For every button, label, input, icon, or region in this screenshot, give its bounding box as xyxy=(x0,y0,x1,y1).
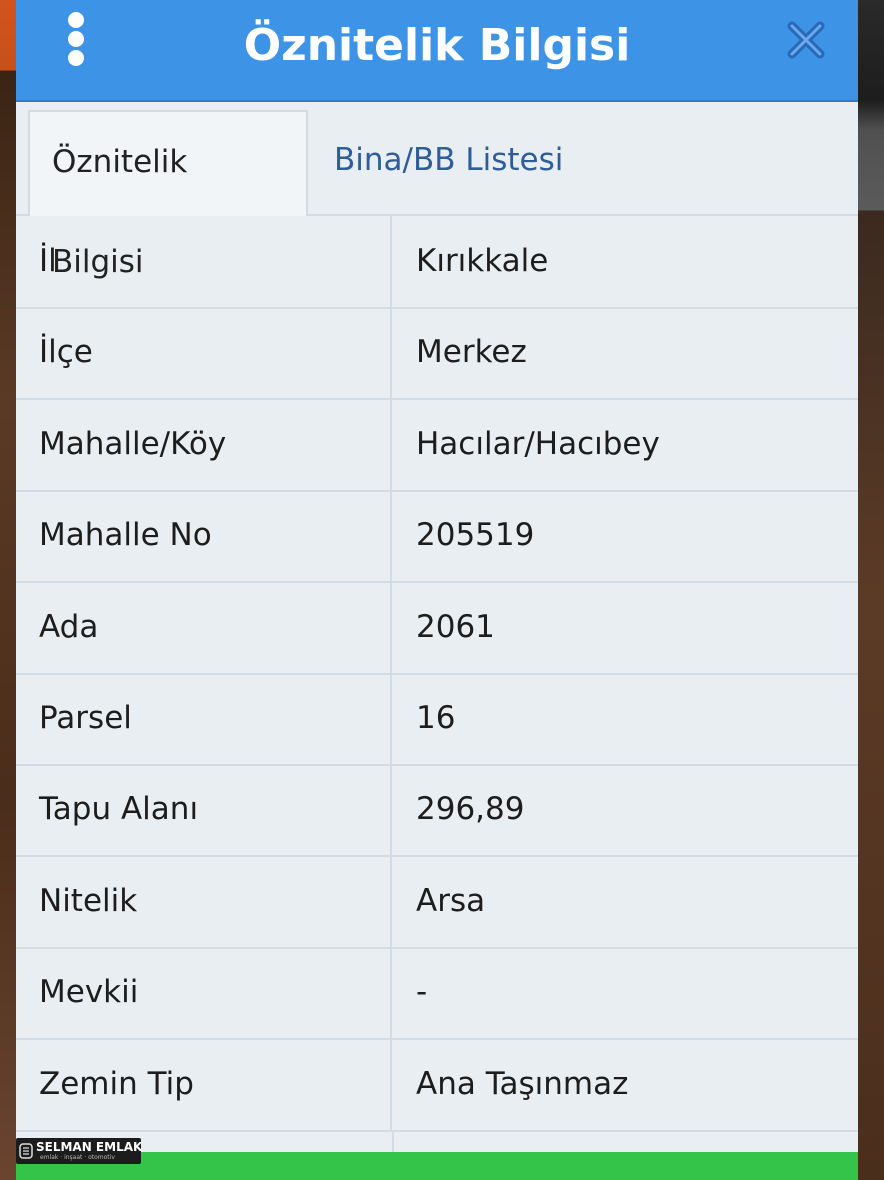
attribute-info-dialog: Öznitelik Bilgisi Öznitelik Bilgisi Bina… xyxy=(16,0,858,1180)
background-right xyxy=(858,0,884,1180)
row-key: Mahalle/Köy xyxy=(16,398,392,490)
table-row: İlçe Merkez xyxy=(16,307,858,401)
footer-bar xyxy=(16,1152,858,1180)
tab-building-list[interactable]: Bina/BB Listesi xyxy=(312,110,585,214)
logo-tagline: emlak · inşaat · otomotiv xyxy=(40,1154,115,1161)
table-row: Parsel 16 xyxy=(16,673,858,766)
table-row: İl Kırıkkale xyxy=(16,216,858,309)
close-icon[interactable] xyxy=(784,18,828,62)
tab-attribute-info[interactable]: Öznitelik Bilgisi xyxy=(28,110,308,280)
table-row: Nitelik Arsa xyxy=(16,855,858,949)
row-value: 205519 xyxy=(416,517,535,554)
table-row: Mahalle No 205519 xyxy=(16,490,858,584)
row-key: Parsel xyxy=(16,673,392,764)
table-row: Mahalle/Köy Hacılar/Hacıbey xyxy=(16,398,858,492)
row-value: Merkez xyxy=(416,334,527,371)
row-key: İlçe xyxy=(16,307,392,399)
row-value: 2061 xyxy=(416,608,495,645)
row-key: Tapu Alanı xyxy=(16,764,392,856)
row-value: Arsa xyxy=(416,882,486,919)
column-divider xyxy=(392,1130,394,1152)
row-key: Mahalle No xyxy=(16,490,392,582)
row-key: Mevkii xyxy=(16,947,392,1039)
row-value: 16 xyxy=(416,700,456,736)
row-key: Nitelik xyxy=(16,855,392,947)
logo-mark-icon xyxy=(19,1143,33,1159)
row-value: - xyxy=(416,974,428,1011)
logo-brand: SELMAN EMLAK xyxy=(36,1140,143,1154)
table-row: Ada 2061 xyxy=(16,581,858,675)
row-value: Kırıkkale xyxy=(416,243,549,279)
row-key: İl xyxy=(16,216,392,307)
table-row: Zemin Tip Ana Taşınmaz xyxy=(16,1038,858,1132)
background-left xyxy=(0,0,16,1180)
row-value: Hacılar/Hacıbey xyxy=(416,425,660,462)
watermark-logo: SELMAN EMLAK emlak · inşaat · otomotiv xyxy=(16,1138,143,1164)
row-value: 296,89 xyxy=(416,791,525,828)
dialog-header: Öznitelik Bilgisi xyxy=(16,0,858,102)
row-value: Ana Taşınmaz xyxy=(416,1065,629,1102)
row-key: Zemin Tip xyxy=(16,1038,392,1130)
dialog-title: Öznitelik Bilgisi xyxy=(243,20,631,71)
table-row: Mevkii - xyxy=(16,947,858,1041)
tab-bar: Öznitelik Bilgisi Bina/BB Listesi xyxy=(16,102,858,280)
table-row: Tapu Alanı 296,89 xyxy=(16,764,858,858)
row-key: Ada xyxy=(16,581,392,673)
